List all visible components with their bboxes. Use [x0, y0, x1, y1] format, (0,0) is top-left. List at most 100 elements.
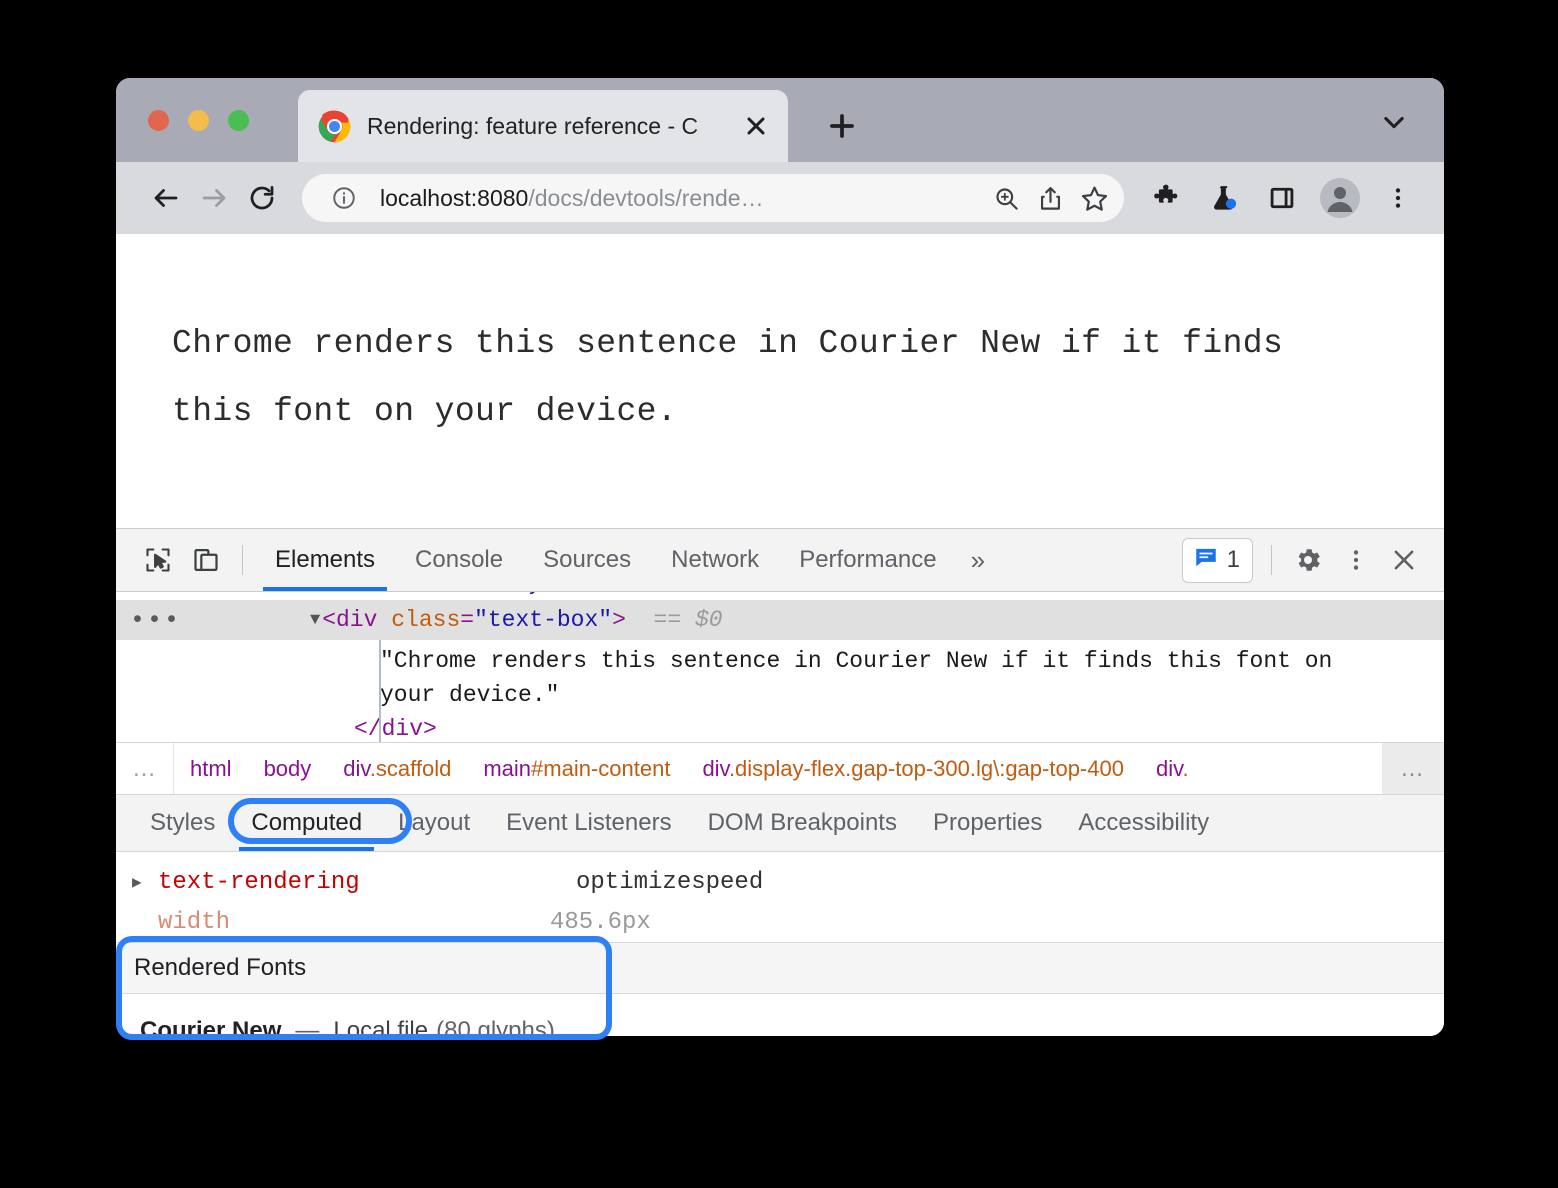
message-count-badge[interactable]: 1 [1182, 538, 1253, 583]
expand-triangle-icon[interactable]: ▶ [132, 872, 158, 892]
tab-properties-label: Properties [933, 809, 1042, 837]
chevron-down-icon[interactable] [1374, 102, 1414, 142]
tab-strip: Rendering: feature reference - C [116, 78, 1444, 162]
devtools-tabs: Elements Console Sources Network Perform… [255, 529, 999, 591]
computed-properties-list: ▶ text-rendering optimizespeed width 485… [116, 852, 1444, 942]
property-value: 485.6px [550, 909, 651, 936]
tab-elements[interactable]: Elements [255, 529, 395, 591]
devtools-toolbar-right: 1 [1182, 536, 1428, 584]
breadcrumb-item-main[interactable]: main#main-content [467, 756, 686, 782]
breadcrumb-overflow-left[interactable]: … [116, 743, 174, 794]
toolbar-divider [242, 545, 243, 575]
breadcrumb-tag: div [702, 756, 729, 781]
back-button[interactable] [142, 174, 190, 222]
browser-window: Rendering: feature reference - C [116, 78, 1444, 1036]
address-bar[interactable]: localhost:8080/docs/devtools/rende… [302, 174, 1124, 222]
property-name: width [132, 909, 550, 936]
rendered-font-source: Local file [333, 1017, 428, 1036]
breadcrumb-class: .scaffold [370, 756, 452, 781]
zoom-in-icon[interactable] [984, 176, 1028, 220]
url-path: /docs/devtools/rende… [528, 185, 763, 211]
tab-dom-breakpoints-label: DOM Breakpoints [708, 809, 897, 837]
forward-button[interactable] [190, 174, 238, 222]
message-bubble-icon [1193, 544, 1219, 577]
breadcrumb-class: .display-flex.gap-top-300.lg\:gap-top-40… [729, 756, 1124, 781]
tab-dom-breakpoints[interactable]: DOM Breakpoints [690, 795, 915, 851]
new-tab-button[interactable] [816, 100, 868, 152]
tab-network[interactable]: Network [651, 529, 779, 591]
tab-event-listeners-label: Event Listeners [506, 809, 671, 837]
sidebar-tabs: Styles Computed Layout Event Listeners D… [116, 794, 1444, 852]
breadcrumb-tag: div [343, 756, 370, 781]
dom-row-clipped: <div class="body"> [116, 592, 1444, 600]
rendered-fonts-header[interactable]: Rendered Fonts [116, 942, 1444, 994]
breadcrumb-item-html[interactable]: html [174, 756, 248, 782]
property-value: optimizespeed [576, 869, 763, 896]
computed-property-row[interactable]: width 485.6px [116, 902, 1444, 942]
reload-button[interactable] [238, 174, 286, 222]
toolbar-divider-2 [1271, 545, 1272, 575]
tab-properties[interactable]: Properties [915, 795, 1060, 851]
breadcrumb-tag: main [483, 756, 531, 781]
url-host: localhost:8080 [380, 185, 528, 211]
breadcrumb-class: #main-content [531, 756, 670, 781]
browser-tab[interactable]: Rendering: feature reference - C [298, 90, 788, 162]
tab-computed-label: Computed [251, 809, 362, 837]
tab-layout[interactable]: Layout [380, 795, 488, 851]
star-icon[interactable] [1072, 176, 1116, 220]
dom-attr-eq: = [460, 607, 474, 633]
dom-marker-var: $0 [695, 607, 723, 633]
experiments-flask-icon[interactable] [1198, 174, 1250, 222]
rendered-font-name: Courier New [140, 1017, 281, 1036]
address-bar-url: localhost:8080/docs/devtools/rende… [380, 185, 984, 212]
info-circle-icon[interactable] [322, 176, 366, 220]
tab-styles-label: Styles [150, 809, 215, 837]
dom-node-selected[interactable]: ••• ▼ <div class="text-box"> == $0 [116, 600, 1444, 640]
breadcrumb-item-div-flex[interactable]: div.display-flex.gap-top-300.lg\:gap-top… [686, 756, 1140, 782]
tab-close-icon[interactable] [738, 108, 774, 144]
device-toggle-icon[interactable] [182, 536, 230, 584]
gear-icon[interactable] [1284, 536, 1332, 584]
breadcrumb-item-div-partial[interactable]: div. [1140, 756, 1205, 782]
breadcrumb-tag: div [1156, 756, 1183, 781]
browser-toolbar: localhost:8080/docs/devtools/rende… [116, 162, 1444, 234]
breadcrumb-item-body[interactable]: body [248, 756, 328, 782]
tab-event-listeners[interactable]: Event Listeners [488, 795, 689, 851]
toolbar-icons [1140, 174, 1424, 222]
tab-styles[interactable]: Styles [132, 795, 233, 851]
tab-performance[interactable]: Performance [779, 529, 956, 591]
inspect-cursor-icon[interactable] [134, 536, 182, 584]
kebab-menu-icon[interactable] [1332, 536, 1380, 584]
dom-open-tag: <div [322, 607, 377, 633]
property-name: text-rendering [158, 869, 576, 896]
chrome-menu-icon[interactable] [1372, 174, 1424, 222]
extensions-icon[interactable] [1140, 174, 1192, 222]
maximize-window-button[interactable] [228, 110, 249, 131]
close-window-button[interactable] [148, 110, 169, 131]
dom-disclosure-triangle[interactable]: ▼ [310, 611, 320, 630]
dom-marker-eq: == [654, 607, 682, 633]
page-sentence-text: Chrome renders this sentence in Courier … [172, 310, 1352, 446]
breadcrumb-item-div-scaffold[interactable]: div.scaffold [327, 756, 467, 782]
tab-accessibility[interactable]: Accessibility [1060, 795, 1227, 851]
breadcrumb-overflow-right[interactable]: … [1382, 743, 1444, 794]
minimize-window-button[interactable] [188, 110, 209, 131]
dom-row-ellipsis[interactable]: ••• [130, 606, 310, 635]
tab-sources[interactable]: Sources [523, 529, 651, 591]
computed-property-row[interactable]: ▶ text-rendering optimizespeed [116, 862, 1444, 902]
dom-row-clipped-text: <div class="body"> [321, 592, 570, 596]
rendered-font-dash: — [295, 1017, 319, 1036]
message-count: 1 [1227, 546, 1240, 574]
share-icon[interactable] [1028, 176, 1072, 220]
tab-sources-label: Sources [543, 546, 631, 574]
breadcrumb: … html body div.scaffold main#main-conte… [116, 742, 1444, 794]
close-icon[interactable] [1380, 536, 1428, 584]
more-tabs-icon[interactable]: » [957, 529, 999, 591]
side-panel-icon[interactable] [1256, 174, 1308, 222]
page-viewport: Chrome renders this sentence in Courier … [116, 234, 1444, 528]
profile-avatar-icon[interactable] [1314, 174, 1366, 222]
devtools-panel: Elements Console Sources Network Perform… [116, 528, 1444, 1036]
tab-console[interactable]: Console [395, 529, 523, 591]
dom-text-node[interactable]: "Chrome renders this sentence in Courier… [380, 644, 1444, 712]
tab-computed[interactable]: Computed [233, 795, 380, 851]
